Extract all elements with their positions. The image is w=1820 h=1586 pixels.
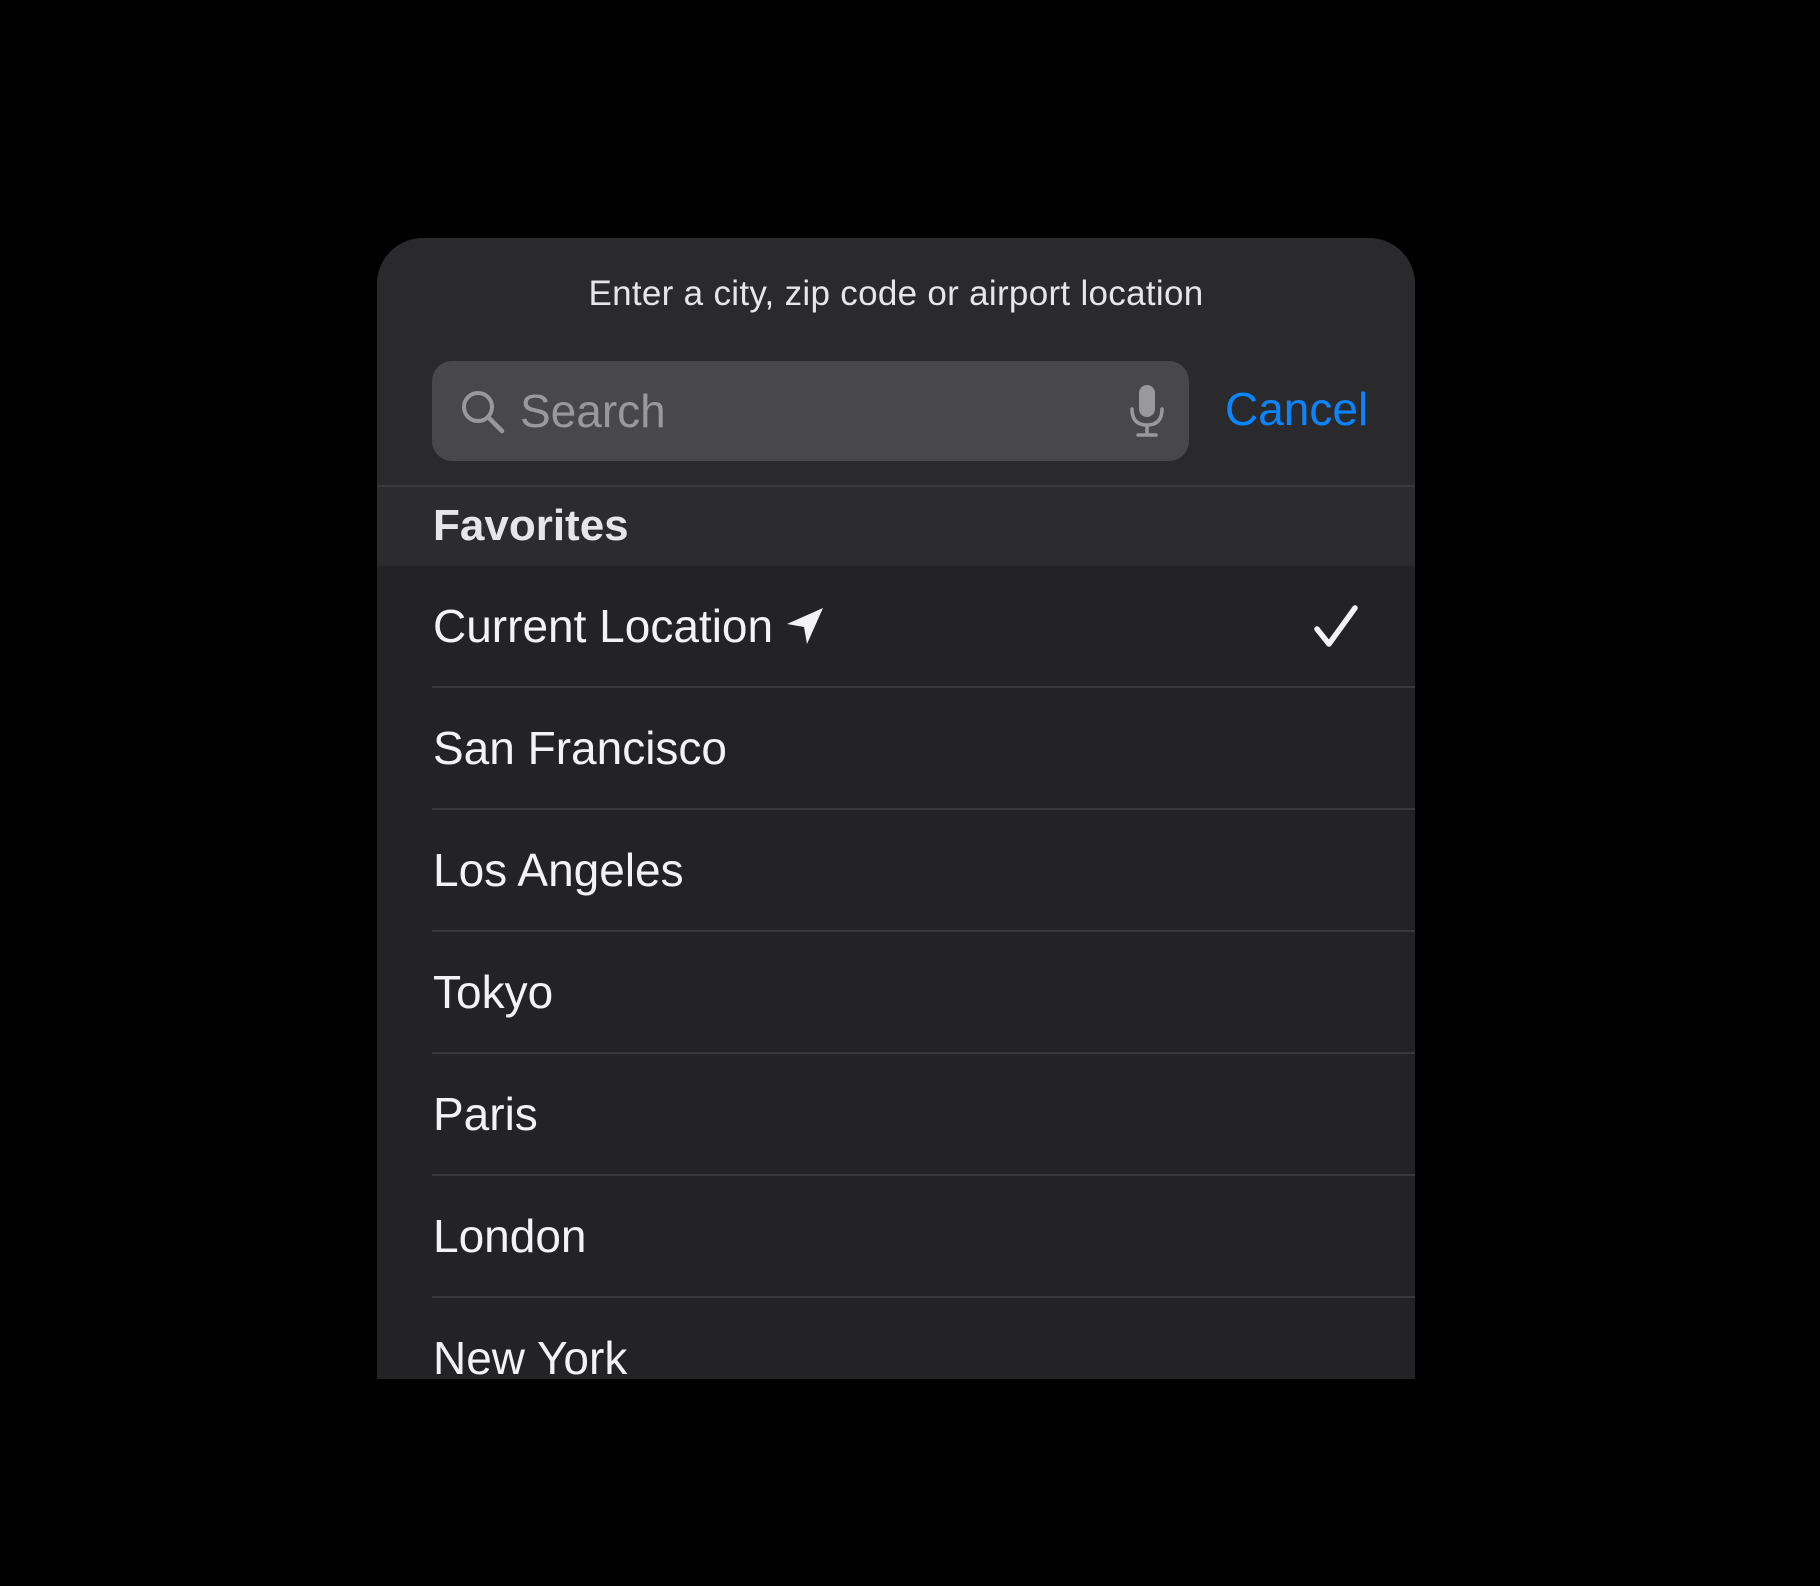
checkmark-icon <box>1314 605 1358 647</box>
location-arrow-icon <box>787 608 824 644</box>
search-input[interactable]: Search <box>432 361 1189 461</box>
list-item-label: Tokyo <box>433 966 554 1018</box>
search-placeholder: Search <box>520 385 666 437</box>
list-item-san-francisco[interactable]: San Francisco <box>377 688 1415 810</box>
list-item-label: San Francisco <box>433 722 728 774</box>
list-item-tokyo[interactable]: Tokyo <box>377 932 1415 1054</box>
list-item-current-location[interactable]: Current Location <box>377 566 1415 688</box>
list-item-label: Current Location <box>433 598 825 654</box>
list-item-new-york[interactable]: New York <box>377 1298 1415 1379</box>
search-icon <box>462 391 505 434</box>
favorites-title: Favorites <box>433 501 629 550</box>
list-item-label: New York <box>433 1332 628 1379</box>
cancel-button[interactable]: Cancel <box>1225 381 1368 437</box>
list-item-paris[interactable]: Paris <box>377 1054 1415 1176</box>
list-item-label: Los Angeles <box>433 844 684 896</box>
list-item-label: Paris <box>433 1088 538 1140</box>
list-item-label: London <box>433 1210 587 1262</box>
microphone-icon[interactable] <box>1127 383 1167 439</box>
location-prompt: Enter a city, zip code or airport locati… <box>588 274 1204 313</box>
list-item-los-angeles[interactable]: Los Angeles <box>377 810 1415 932</box>
list-item-london[interactable]: London <box>377 1176 1415 1298</box>
location-picker-panel: Enter a city, zip code or airport locati… <box>377 238 1415 1379</box>
favorites-section-header: Favorites <box>377 487 1415 566</box>
panel-header: Enter a city, zip code or airport locati… <box>377 238 1415 486</box>
favorites-list: Current Location San Francisco Los Angel… <box>377 566 1415 1379</box>
